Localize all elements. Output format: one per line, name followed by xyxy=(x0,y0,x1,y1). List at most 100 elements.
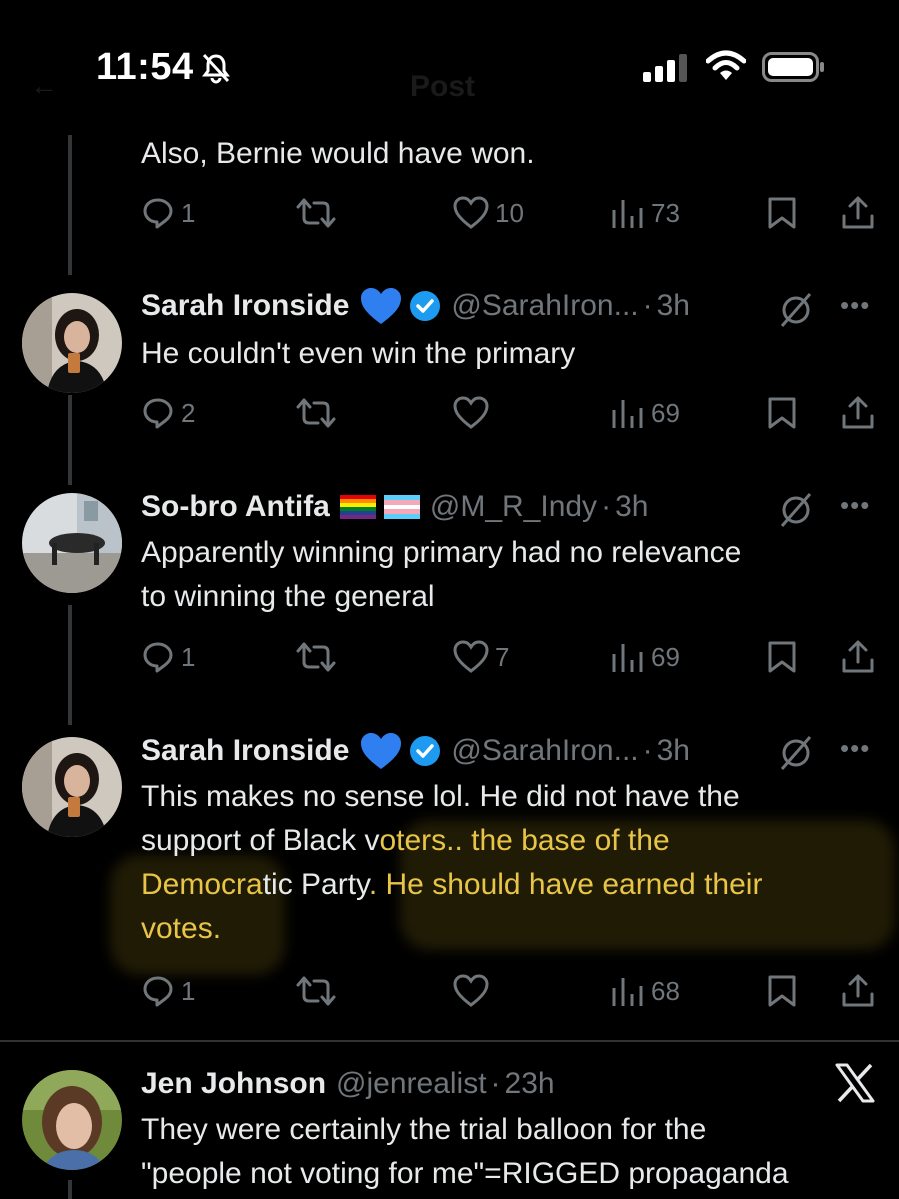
views-button[interactable]: 73 xyxy=(611,188,680,238)
timestamp[interactable]: 3h xyxy=(657,729,690,773)
retweet-icon xyxy=(296,642,336,672)
blue-heart-icon xyxy=(361,733,402,769)
timestamp[interactable]: 3h xyxy=(657,284,690,328)
user-handle[interactable]: @SarahIron... xyxy=(451,729,638,773)
like-button[interactable] xyxy=(453,966,495,1016)
tweet-text-line: support of Black voters.. the base of th… xyxy=(141,819,881,863)
verified-badge-icon xyxy=(410,291,441,321)
timestamp[interactable]: 23h xyxy=(505,1062,555,1106)
retweet-button[interactable] xyxy=(296,388,336,438)
share-icon xyxy=(842,396,874,429)
more-icon[interactable]: ••• xyxy=(840,290,870,321)
user-handle[interactable]: @M_R_Indy xyxy=(430,485,597,529)
views-count: 73 xyxy=(651,197,680,228)
like-button[interactable] xyxy=(453,388,495,438)
views-button[interactable]: 69 xyxy=(611,632,680,682)
retweet-button[interactable] xyxy=(296,188,336,238)
separator-dot: · xyxy=(490,1067,501,1100)
avatar[interactable] xyxy=(22,737,122,837)
avatar[interactable] xyxy=(22,293,122,393)
share-icon xyxy=(842,196,874,229)
like-button[interactable]: 10 xyxy=(453,188,524,238)
display-name[interactable]: Sarah Ironside xyxy=(141,729,349,773)
tweet-header: So-bro Antifa @M_R_Indy · 3h xyxy=(141,485,648,529)
like-icon xyxy=(453,974,489,1007)
reply-button[interactable]: 1 xyxy=(141,188,195,238)
back-icon[interactable]: ← xyxy=(30,70,58,102)
share-icon xyxy=(842,974,874,1007)
views-button[interactable]: 68 xyxy=(611,966,680,1016)
bookmark-button[interactable] xyxy=(767,632,797,682)
display-name[interactable]: Jen Johnson xyxy=(141,1062,326,1106)
user-handle[interactable]: @SarahIron... xyxy=(451,284,638,328)
more-icon[interactable]: ••• xyxy=(840,490,870,521)
like-button[interactable]: 7 xyxy=(453,632,509,682)
views-count: 69 xyxy=(651,641,680,672)
tweet-actions: 2 69 xyxy=(141,388,881,438)
reply-button[interactable]: 2 xyxy=(141,388,195,438)
tweet-text: Also, Bernie would have won. xyxy=(141,137,535,170)
text-segment: support of Black v xyxy=(141,824,380,857)
verified-badge-icon xyxy=(410,736,441,766)
share-button[interactable] xyxy=(841,188,875,238)
avatar[interactable] xyxy=(22,493,122,593)
thread-line xyxy=(68,1180,72,1199)
grok-icon[interactable] xyxy=(776,733,816,773)
avatar[interactable] xyxy=(22,1070,122,1170)
tweet-text: He couldn't even win the primary xyxy=(141,337,576,370)
retweet-button[interactable] xyxy=(296,632,336,682)
bookmark-button[interactable] xyxy=(767,388,797,438)
bookmark-icon xyxy=(768,197,796,229)
display-name[interactable]: Sarah Ironside xyxy=(141,284,349,328)
share-button[interactable] xyxy=(841,966,875,1016)
blue-heart-icon xyxy=(361,288,402,324)
tweet-actions: 1 68 xyxy=(141,966,881,1016)
reply-icon xyxy=(143,198,173,229)
grok-icon[interactable] xyxy=(776,290,816,330)
bookmark-button[interactable] xyxy=(767,188,797,238)
views-count: 69 xyxy=(651,397,680,428)
share-button[interactable] xyxy=(841,388,875,438)
retweet-icon xyxy=(296,976,336,1006)
retweet-button[interactable] xyxy=(296,966,336,1016)
grok-icon[interactable] xyxy=(776,490,816,530)
divider xyxy=(0,1040,899,1042)
like-count: 10 xyxy=(495,197,524,228)
tweet-actions: 1 10 73 xyxy=(141,188,881,238)
more-icon[interactable]: ••• xyxy=(840,733,870,764)
reply-icon xyxy=(143,398,173,429)
tweet-text-line: "people not voting for me"=RIGGED propag… xyxy=(141,1157,789,1190)
user-handle[interactable]: @jenrealist xyxy=(336,1062,487,1106)
display-name[interactable]: So-bro Antifa xyxy=(141,485,330,529)
bookmark-icon xyxy=(768,975,796,1007)
highlighted-text: votes. xyxy=(141,912,222,945)
views-count: 68 xyxy=(651,975,680,1006)
reply-count: 1 xyxy=(181,975,196,1006)
timestamp[interactable]: 3h xyxy=(615,485,648,529)
trans-flag-icon xyxy=(383,495,420,519)
reply-button[interactable]: 1 xyxy=(141,632,195,682)
retweet-icon xyxy=(296,398,336,428)
bookmark-icon xyxy=(768,397,796,429)
tweet-text-line: Democratic Party. He should have earned … xyxy=(141,863,881,907)
tweet-text: Apparently winning primary had no releva… xyxy=(141,531,881,619)
like-icon xyxy=(453,196,489,229)
thread-line xyxy=(68,135,72,275)
views-icon xyxy=(612,200,643,228)
signal-icon xyxy=(643,54,687,82)
rainbow-flag-icon xyxy=(339,495,376,519)
reply-button[interactable]: 1 xyxy=(141,966,195,1016)
like-icon xyxy=(453,396,489,429)
retweet-icon xyxy=(296,198,336,228)
views-icon xyxy=(612,978,643,1006)
highlighted-text: oters.. the base of the xyxy=(379,824,670,857)
highlighted-text: . He should have earned their xyxy=(368,868,763,901)
share-button[interactable] xyxy=(841,632,875,682)
tweet-text-line: This makes no sense lol. He did not have… xyxy=(141,780,740,813)
views-icon xyxy=(612,644,643,672)
thread-line xyxy=(68,395,72,485)
reply-count: 1 xyxy=(181,197,196,228)
bookmark-button[interactable] xyxy=(767,966,797,1016)
views-button[interactable]: 69 xyxy=(611,388,680,438)
thread-line xyxy=(68,605,72,725)
